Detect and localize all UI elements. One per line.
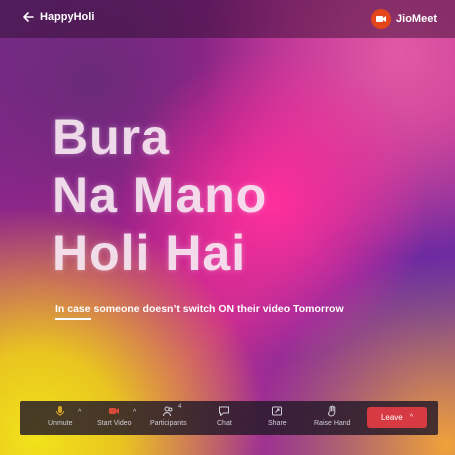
share-label: Share	[268, 420, 287, 427]
headline-line-2: Na Mano	[52, 167, 268, 223]
chevron-up-icon[interactable]: ^	[133, 409, 136, 416]
headline-line-1: Bura	[52, 109, 170, 165]
unmute-label: Unmute	[48, 420, 73, 427]
chat-icon	[219, 406, 230, 416]
participants-icon	[163, 406, 173, 417]
raise-hand-button[interactable]: Raise Hand	[314, 405, 351, 427]
leave-button[interactable]: Leave ^	[367, 407, 427, 428]
brand: JioMeet	[371, 9, 437, 29]
microphone-muted-icon	[56, 406, 65, 416]
meeting-top-bar: HappyHoli JioMeet	[0, 0, 455, 38]
participants-count: 4	[178, 404, 182, 410]
unmute-button[interactable]: Unmute	[48, 405, 73, 427]
brand-name: JioMeet	[396, 13, 437, 25]
raise-hand-label: Raise Hand	[314, 420, 351, 427]
headline: Bura Na Mano Holi Hai	[52, 108, 267, 282]
raise-hand-icon	[328, 405, 336, 417]
share-button[interactable]: Share	[268, 405, 287, 427]
video-camera-off-icon	[109, 408, 120, 414]
chevron-up-icon: ^	[409, 414, 414, 421]
headline-line-3: Holi Hai	[52, 225, 247, 281]
chat-button[interactable]: Chat	[217, 405, 232, 427]
subtitle: In case someone doesn’t switch ON their …	[55, 303, 344, 315]
chevron-up-icon[interactable]: ^	[78, 409, 81, 416]
back-arrow-icon	[23, 12, 34, 22]
subtitle-underline	[55, 318, 91, 320]
share-icon	[272, 406, 283, 416]
jiomeet-logo-icon	[371, 9, 392, 29]
chat-label: Chat	[217, 420, 232, 427]
meeting-name: HappyHoli	[40, 11, 95, 23]
participants-label: Participants	[150, 420, 187, 427]
start-video-button[interactable]: Start Video	[97, 405, 132, 427]
leave-label: Leave	[380, 413, 403, 422]
meeting-toolbar: Unmute ^ Start Video ^ Participants 4 Ch…	[20, 401, 438, 435]
start-video-label: Start Video	[97, 420, 132, 427]
back-button[interactable]: HappyHoli	[22, 11, 94, 23]
